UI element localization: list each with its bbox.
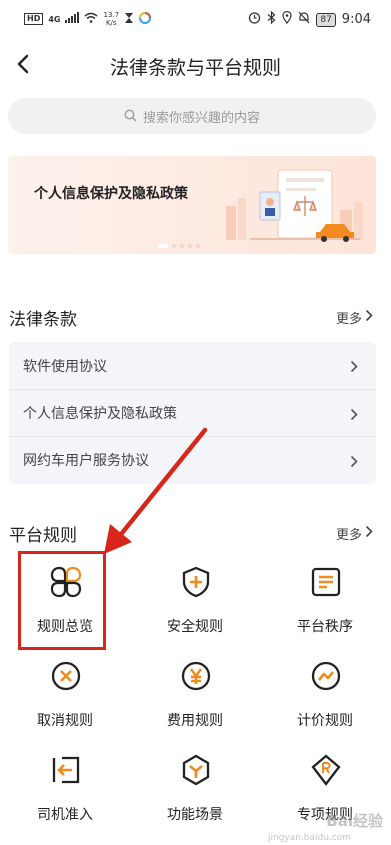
mute-icon	[298, 11, 310, 28]
highlight-annotation-box	[18, 551, 106, 650]
watermark: Bai经验	[326, 812, 383, 830]
rule-scenarios[interactable]: 功能场景	[130, 740, 260, 830]
rule-label: 安全规则	[167, 619, 223, 635]
chevron-right-icon	[350, 453, 358, 472]
signal-icon	[65, 12, 80, 26]
bluetooth-icon	[267, 10, 276, 28]
carousel-dot-active	[158, 244, 168, 248]
app-notification-icon	[139, 11, 152, 27]
chevron-right-icon	[350, 358, 358, 377]
entry-icon	[50, 754, 82, 786]
rule-label: 费用规则	[167, 713, 223, 729]
clock: 9:04	[341, 12, 371, 27]
more-label: 更多	[335, 312, 362, 327]
search-input[interactable]: 搜索你感兴趣的内容	[8, 98, 376, 134]
status-bar: HD 4G 13.7 K/s 87 9:04	[0, 0, 391, 40]
alarm-icon	[248, 11, 261, 28]
shield-plus-icon	[180, 566, 212, 598]
search-icon	[124, 107, 137, 126]
location-icon	[282, 10, 292, 28]
carousel-dot	[188, 244, 192, 248]
rule-pricing[interactable]: 计价规则	[260, 646, 390, 736]
battery-indicator: 87	[316, 12, 336, 27]
carousel-dot	[196, 244, 200, 248]
more-label: 更多	[335, 528, 362, 543]
chevron-right-icon	[365, 525, 373, 542]
net-speed: 13.7 K/s	[103, 11, 119, 27]
carousel-dots	[158, 244, 200, 248]
legal-item-software-agreement[interactable]: 软件使用协议	[9, 342, 376, 389]
rule-safety[interactable]: 安全规则	[130, 552, 260, 642]
carousel-dot	[180, 244, 184, 248]
privacy-banner[interactable]: 个人信息保护及隐私政策	[8, 156, 376, 254]
rule-fee[interactable]: 费用规则	[130, 646, 260, 736]
watermark-url: jingyan.baidu.com	[267, 833, 351, 843]
wifi-icon	[84, 12, 98, 26]
rule-cancel[interactable]: 取消规则	[0, 646, 130, 736]
rule-order[interactable]: 平台秩序	[260, 552, 390, 642]
chevron-right-icon	[350, 406, 358, 425]
hd-indicator: HD	[24, 13, 44, 25]
badge-r-icon	[310, 754, 342, 786]
rule-label: 司机准入	[37, 807, 93, 823]
document-icon	[310, 566, 342, 598]
rule-label: 计价规则	[297, 713, 353, 729]
platform-more-link[interactable]: 更多	[336, 524, 373, 543]
cancel-icon	[50, 660, 82, 692]
network-type: 4G	[48, 14, 61, 24]
rule-label: 功能场景	[167, 807, 223, 823]
rule-label: 取消规则	[37, 713, 93, 729]
legal-item-label: 软件使用协议	[23, 358, 107, 375]
page-header: 法律条款与平台规则	[0, 40, 391, 90]
yen-icon	[180, 660, 212, 692]
banner-title: 个人信息保护及隐私政策	[34, 186, 188, 202]
search-placeholder: 搜索你感兴趣的内容	[142, 110, 260, 126]
annotation-arrow-icon	[90, 420, 220, 564]
banner-illustration	[220, 162, 370, 252]
platform-section-title: 平台规则	[9, 526, 77, 546]
legal-section-title: 法律条款	[9, 310, 77, 330]
legal-more-link[interactable]: 更多	[336, 308, 373, 327]
net-speed-value: 13.7	[103, 11, 120, 19]
hourglass-icon	[124, 12, 134, 27]
carousel-dot	[172, 244, 176, 248]
trend-icon	[310, 660, 342, 692]
rule-label: 平台秩序	[297, 619, 353, 635]
rule-driver-entry[interactable]: 司机准入	[0, 740, 130, 830]
chevron-right-icon	[365, 309, 373, 326]
net-speed-unit: K/s	[105, 19, 117, 27]
hexagon-icon	[180, 754, 212, 786]
page-title: 法律条款与平台规则	[109, 57, 281, 79]
